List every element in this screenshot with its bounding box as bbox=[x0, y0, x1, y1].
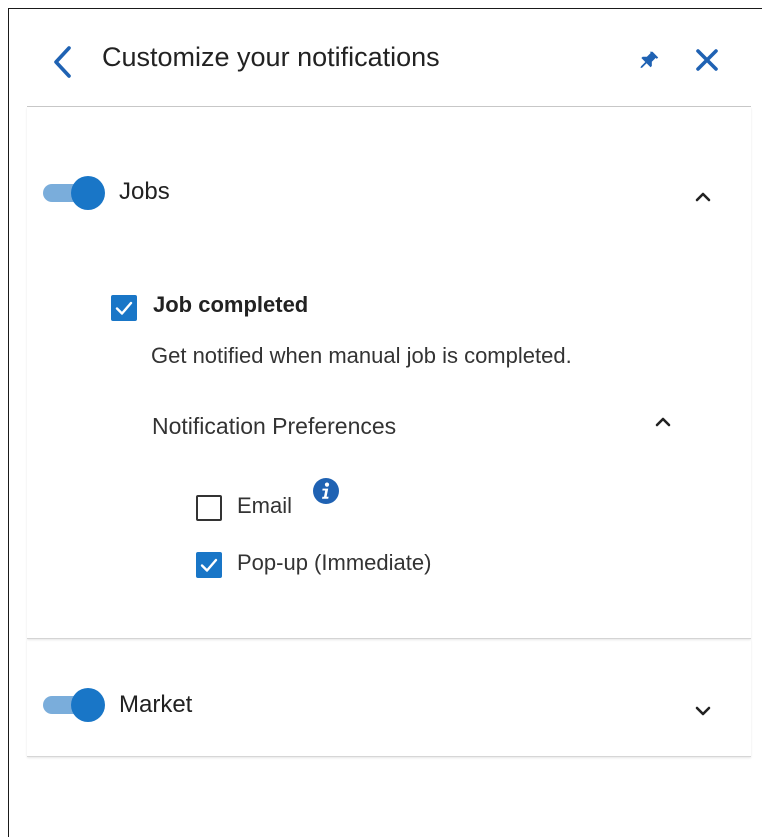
market-expand-button[interactable] bbox=[691, 699, 715, 723]
chevron-left-icon bbox=[54, 46, 71, 78]
notification-preferences-title: Notification Preferences bbox=[152, 413, 397, 439]
market-toggle[interactable] bbox=[43, 687, 105, 722]
checkmark-icon bbox=[115, 301, 133, 315]
email-info-button[interactable] bbox=[312, 477, 340, 505]
jobs-collapse-button[interactable] bbox=[691, 185, 715, 209]
panel-header: Customize your notifications bbox=[27, 9, 751, 107]
preferences-collapse-button[interactable] bbox=[651, 410, 675, 434]
section-label-jobs: Jobs bbox=[119, 178, 170, 205]
chevron-up-icon bbox=[655, 417, 671, 427]
job-completed-description: Get notified when manual job is complete… bbox=[151, 343, 572, 368]
pin-icon bbox=[640, 51, 659, 69]
job-completed-label: Job completed bbox=[153, 292, 309, 317]
notifications-panel: Customize your notifications Jobs Job co… bbox=[8, 8, 762, 837]
section-jobs: Jobs Job completed Get notified when man… bbox=[27, 107, 751, 639]
page-title: Customize your notifications bbox=[102, 42, 440, 72]
popup-checkbox[interactable] bbox=[196, 552, 222, 578]
back-button[interactable] bbox=[51, 45, 73, 79]
chevron-down-icon bbox=[695, 706, 711, 716]
email-checkbox[interactable] bbox=[196, 495, 222, 521]
close-button[interactable] bbox=[694, 47, 720, 73]
info-icon bbox=[313, 478, 339, 504]
section-market: Market bbox=[27, 639, 751, 757]
chevron-up-icon bbox=[695, 192, 711, 202]
job-completed-checkbox[interactable] bbox=[111, 295, 137, 321]
toggle-knob bbox=[71, 176, 105, 210]
pin-button[interactable] bbox=[637, 49, 661, 73]
checkmark-icon bbox=[200, 558, 218, 572]
section-label-market: Market bbox=[119, 691, 193, 718]
toggle-knob bbox=[71, 688, 105, 722]
close-icon bbox=[696, 49, 718, 71]
email-option-label: Email bbox=[237, 493, 293, 518]
jobs-toggle[interactable] bbox=[43, 175, 105, 210]
popup-option-label: Pop-up (Immediate) bbox=[237, 550, 432, 575]
